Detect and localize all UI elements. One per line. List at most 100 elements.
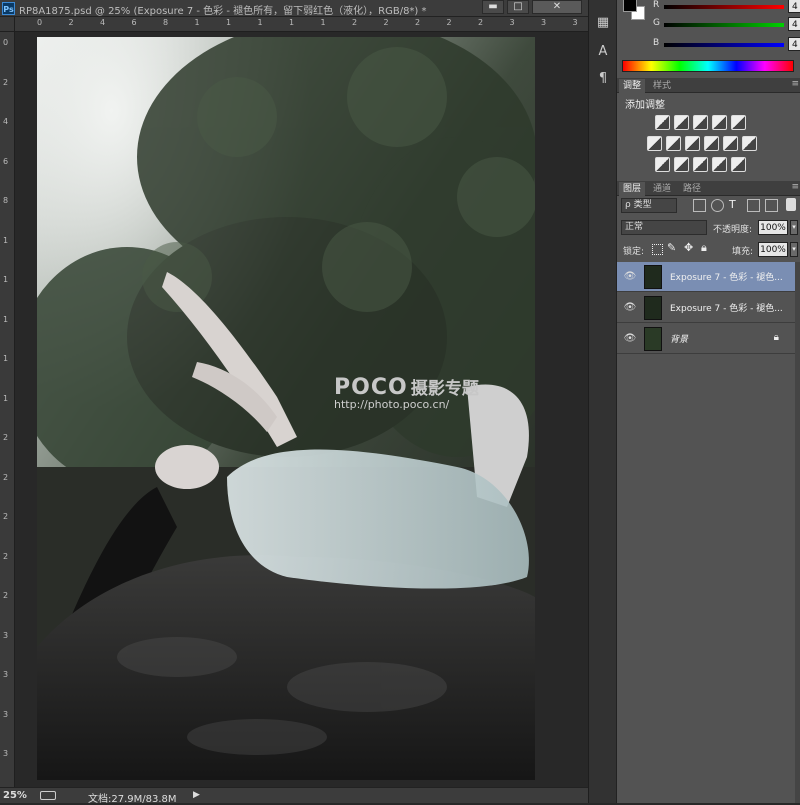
filter-smart-object-icon[interactable] [765, 199, 778, 212]
channel-g-value[interactable]: 4 [788, 17, 800, 31]
gradient-map-icon[interactable] [712, 157, 727, 172]
tab-channels[interactable]: 通道 [649, 182, 675, 196]
minimize-button[interactable]: ▬ [482, 0, 504, 14]
filter-shape-icon[interactable] [747, 199, 760, 212]
black-white-icon[interactable] [685, 136, 700, 151]
channel-b-row: B 4 [650, 37, 800, 52]
ruler-left-label: 3 [3, 709, 9, 719]
ruler-left-label: 1 [3, 354, 9, 363]
ruler-top-label: 4 [100, 18, 106, 27]
restore-button[interactable]: □ [507, 0, 529, 14]
panel-menu-icon[interactable]: ≡ [791, 79, 799, 89]
panel-dock-strip: ▦ A ¶ [588, 0, 616, 803]
ruler-left-label: 2 [3, 433, 9, 442]
channel-mixer-icon[interactable] [723, 136, 738, 151]
fill-dropdown-icon[interactable]: ▾ [790, 242, 798, 257]
threshold-icon[interactable] [693, 157, 708, 172]
history-panel-icon[interactable]: ▦ [593, 14, 613, 32]
filter-type-icon[interactable]: T [729, 198, 736, 211]
exposure-icon[interactable] [712, 115, 727, 130]
lock-transparent-icon[interactable] [652, 244, 663, 255]
tab-styles[interactable]: 样式 [649, 79, 675, 93]
invert-icon[interactable] [655, 157, 670, 172]
layer-name[interactable]: 背景 [670, 332, 688, 345]
channel-b-value[interactable]: 4 [788, 37, 800, 51]
filter-adjustment-icon[interactable] [711, 199, 724, 212]
channel-g-slider[interactable] [664, 23, 784, 27]
horizontal-ruler[interactable]: 02468111112222233333 [15, 17, 641, 32]
photo-filter-icon[interactable] [704, 136, 719, 151]
channel-g-row: G 4 [650, 17, 800, 32]
tab-paths[interactable]: 路径 [679, 182, 705, 196]
ruler-origin[interactable] [0, 17, 15, 32]
visibility-eye-icon[interactable]: 👁︎ [623, 271, 637, 283]
layers-scrollbar[interactable] [795, 262, 800, 803]
channel-r-value[interactable]: 4 [788, 0, 800, 13]
filter-pixel-icon[interactable] [693, 199, 706, 212]
ruler-top-label: 1 [289, 18, 295, 27]
vibrance-icon[interactable] [731, 115, 746, 130]
ruler-top-label: 3 [572, 18, 578, 27]
layer-row[interactable]: 👁︎ Exposure 7 - 色彩 - 褪色... [617, 293, 795, 323]
ruler-left-label: 2 [3, 472, 9, 482]
channel-b-slider[interactable] [664, 43, 784, 47]
ruler-left-label: 2 [3, 591, 9, 600]
document-title: RP8A1875.psd @ 25% (Exposure 7 - 色彩 - 褪色… [19, 6, 427, 17]
opacity-label: 不透明度: [713, 225, 753, 235]
ruler-left-label: 3 [3, 630, 9, 640]
channel-b-label: B [653, 38, 660, 48]
lock-label: 锁定: [623, 247, 645, 257]
opacity-input[interactable]: 100% [758, 220, 788, 235]
ruler-left-label: 2 [3, 551, 9, 561]
color-lookup-icon[interactable] [742, 136, 757, 151]
ruler-top-label: 8 [163, 18, 169, 27]
layer-name[interactable]: Exposure 7 - 色彩 - 褪色... [670, 301, 783, 314]
ruler-left-label: 3 [3, 749, 9, 758]
visibility-eye-icon[interactable]: 👁︎ [623, 333, 637, 345]
curves-icon[interactable] [693, 115, 708, 130]
visibility-eye-icon[interactable]: 👁︎ [623, 302, 637, 314]
adjustment-icons-row-2 [647, 136, 757, 151]
ruler-top-label: 2 [352, 18, 358, 27]
watermark-tagline: 摄影专题 [410, 379, 479, 399]
tab-layers[interactable]: 图层 [619, 182, 646, 196]
layer-row[interactable]: 👁︎ Exposure 7 - 色彩 - 褪色... [617, 262, 795, 292]
photo-canvas[interactable]: POCO 摄影专题 http://photo.poco.cn/ [37, 37, 535, 780]
channel-r-label: R [653, 0, 660, 10]
ruler-left-label: 0 [3, 38, 9, 47]
paragraph-panel-icon[interactable]: ¶ [593, 70, 613, 88]
opacity-dropdown-icon[interactable]: ▾ [790, 220, 798, 235]
watermark-brand: POCO [334, 375, 408, 400]
posterize-icon[interactable] [674, 157, 689, 172]
close-button[interactable]: ✕ [532, 0, 582, 14]
blend-mode-select[interactable]: 正常 [621, 220, 707, 235]
color-spectrum-bar[interactable] [622, 60, 794, 72]
lock-image-icon[interactable]: ✎ [667, 241, 676, 254]
status-menu-arrow-icon[interactable]: ▶ [193, 790, 200, 800]
layer-filter-kind-select[interactable]: ρ 类型 [621, 198, 677, 213]
layer-name[interactable]: Exposure 7 - 色彩 - 褪色... [670, 270, 783, 283]
color-balance-icon[interactable] [666, 136, 681, 151]
view-mode-icon[interactable] [40, 791, 56, 800]
character-panel-icon[interactable]: A [593, 43, 613, 61]
ruler-top-label: 1 [194, 18, 200, 27]
foreground-color-swatch[interactable] [623, 0, 637, 12]
layers-tabs: 图层 通道 路径 ≡ [617, 181, 800, 196]
ruler-top-label: 2 [383, 18, 389, 27]
document-tab[interactable]: Ps RP8A1875.psd @ 25% (Exposure 7 - 色彩 -… [0, 0, 588, 17]
layer-row[interactable]: 👁︎ 背景 🔒︎ [617, 324, 795, 354]
fill-input[interactable]: 100% [758, 242, 788, 257]
lock-position-icon[interactable]: ✥ [684, 241, 693, 254]
hue-saturation-icon[interactable] [647, 136, 662, 151]
levels-icon[interactable] [674, 115, 689, 130]
lock-all-icon[interactable]: 🔒︎ [701, 241, 707, 255]
layers-menu-icon[interactable]: ≡ [791, 182, 799, 192]
tab-adjustments[interactable]: 调整 [619, 79, 646, 93]
vertical-ruler[interactable]: 0 2 4 6 8 1 1 1 1 1 2 2 2 2 2 3 3 3 3 [0, 32, 15, 787]
zoom-level[interactable]: 25% [3, 790, 27, 801]
filter-toggle-icon[interactable] [786, 198, 796, 211]
channel-r-slider[interactable] [664, 5, 784, 9]
brightness-icon[interactable] [655, 115, 670, 130]
selective-color-icon[interactable] [731, 157, 746, 172]
ruler-left-label: 1 [3, 393, 9, 403]
